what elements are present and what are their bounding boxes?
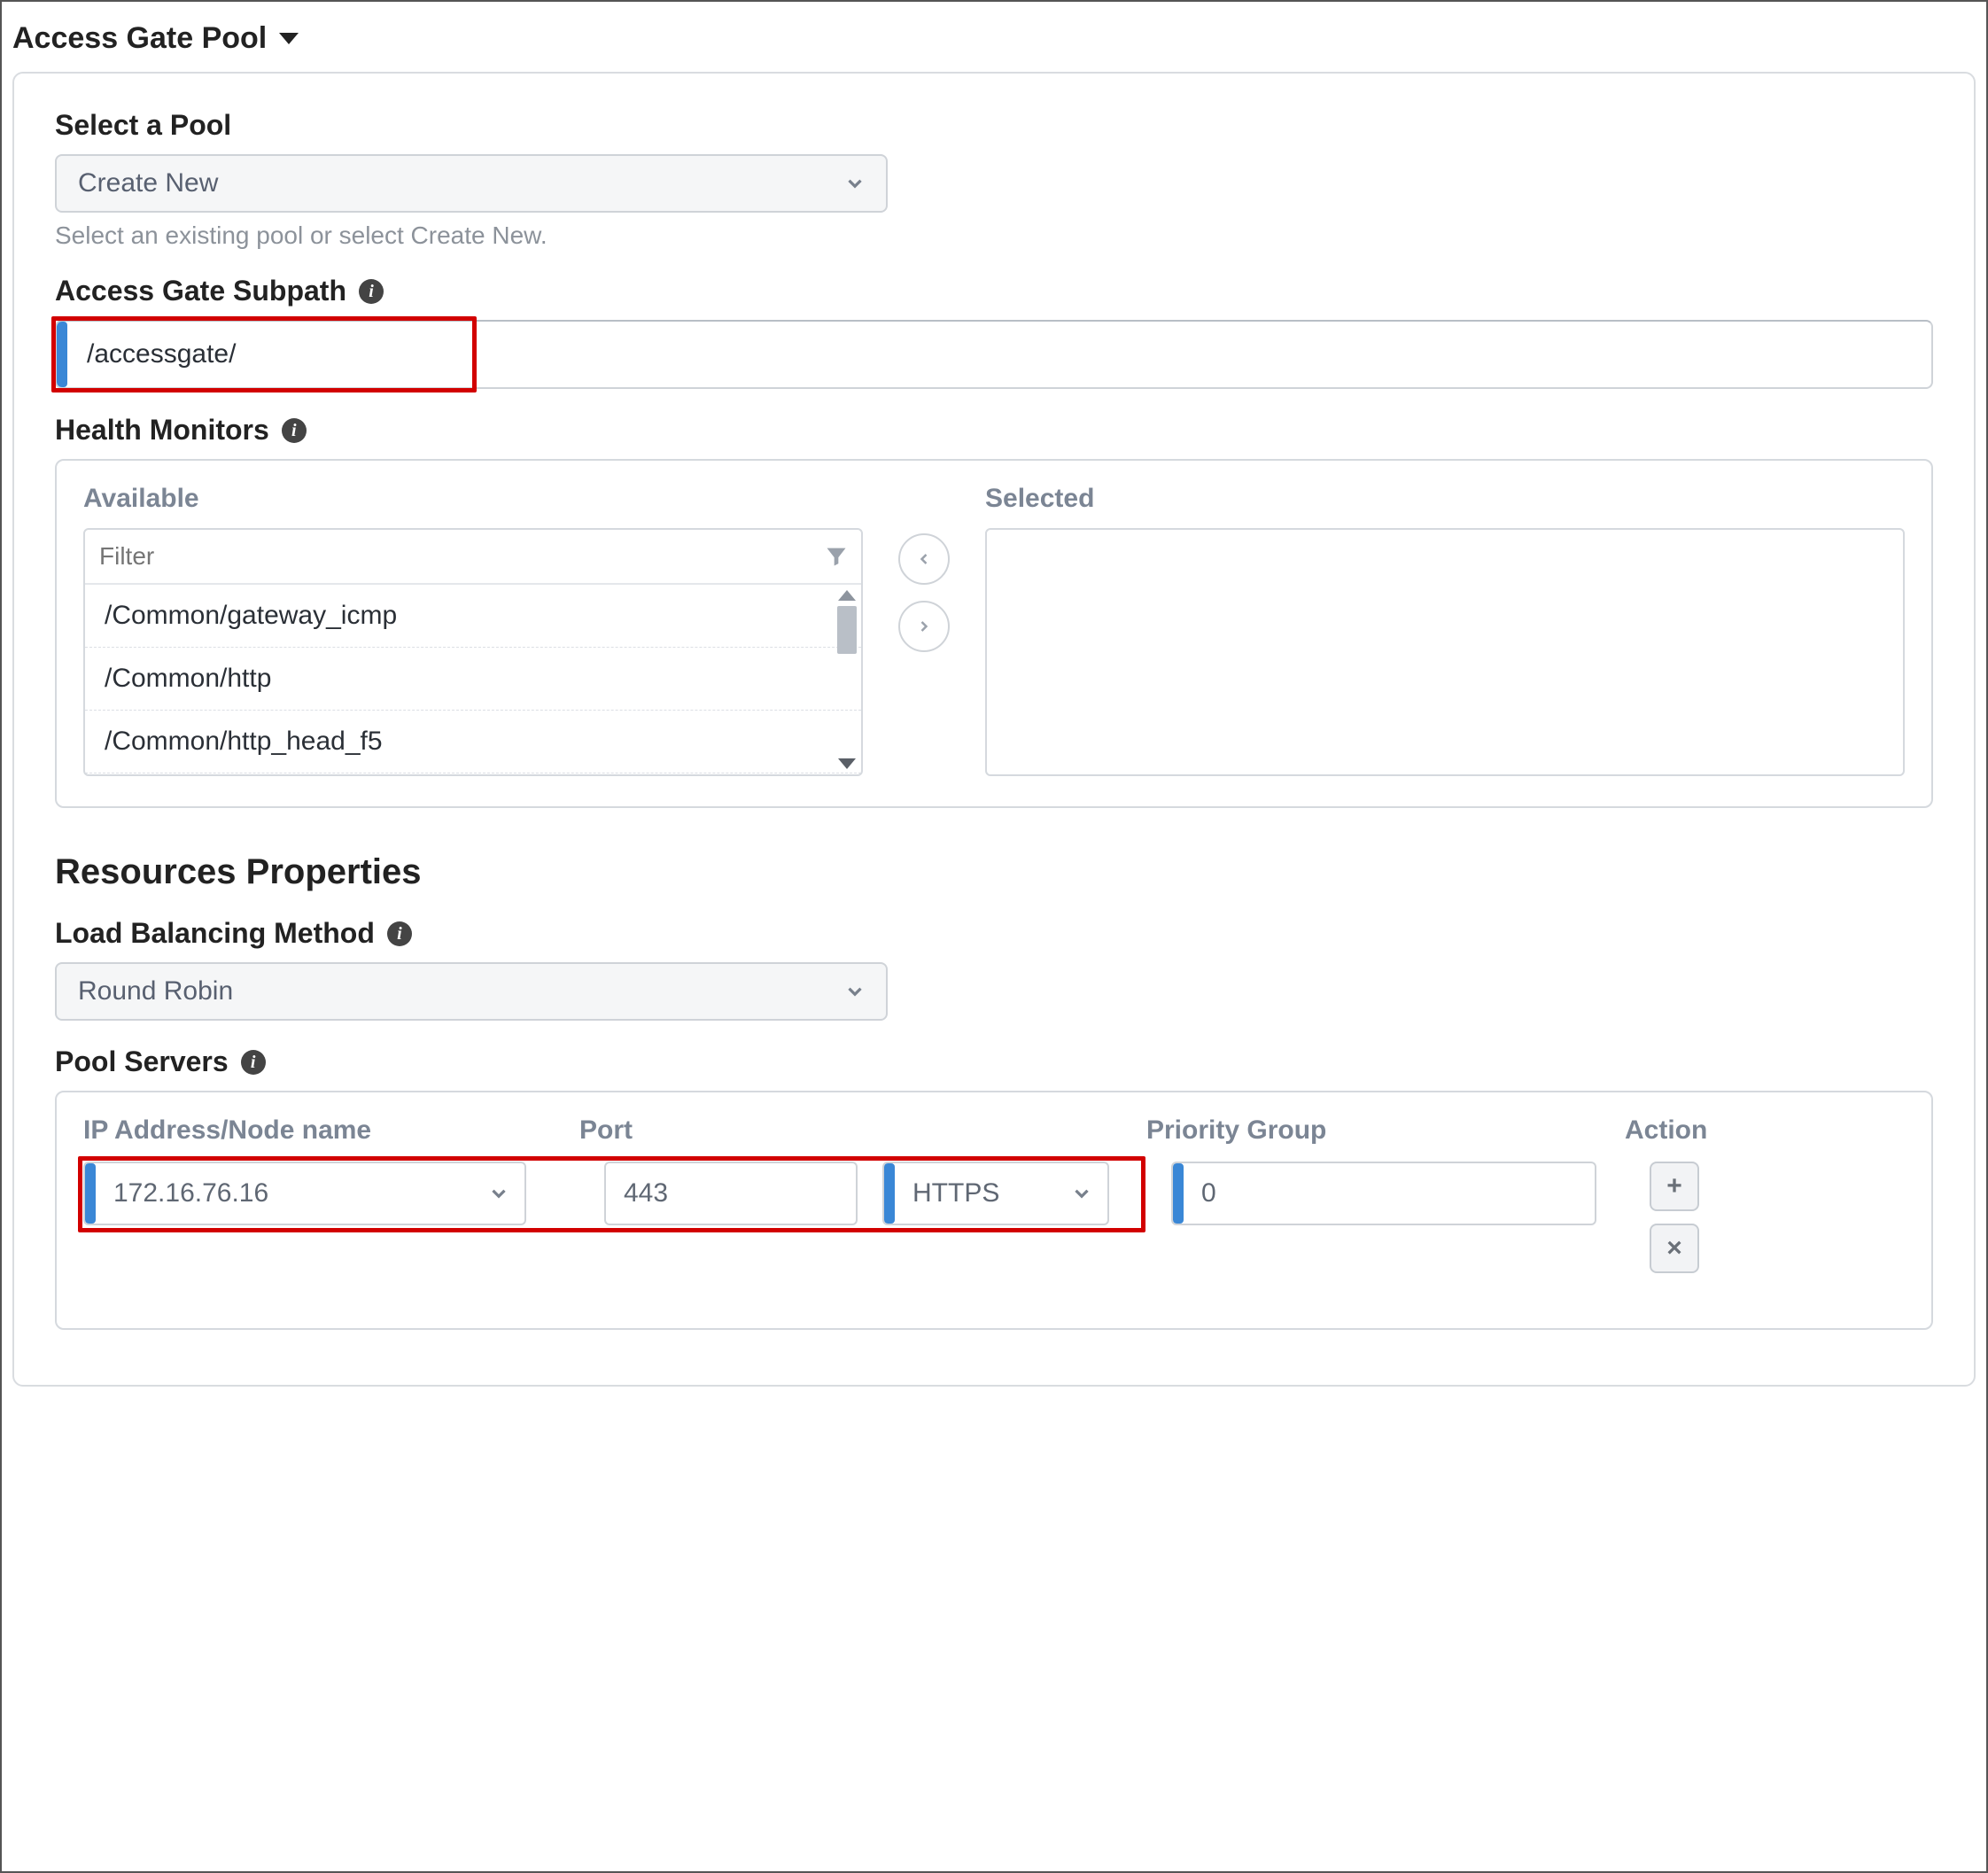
- pool-select-label-text: Select a Pool: [55, 109, 231, 142]
- monitors-available-column: Available /Common/gateway_icmp /Common/h…: [83, 484, 863, 776]
- server-priority-input-wrap: [1171, 1162, 1596, 1225]
- servers-header-row: IP Address/Node name Port Priority Group…: [83, 1115, 1905, 1146]
- selected-label: Selected: [985, 484, 1905, 514]
- lb-method-label: Load Balancing Method i: [55, 917, 1933, 950]
- list-item[interactable]: /Common/http: [85, 648, 861, 711]
- remove-server-button[interactable]: ×: [1650, 1224, 1699, 1273]
- monitors-dual-list: Available /Common/gateway_icmp /Common/h…: [55, 459, 1933, 808]
- info-icon[interactable]: i: [387, 921, 412, 946]
- server-ip-select[interactable]: 172.16.76.16: [83, 1162, 526, 1225]
- move-right-button[interactable]: [898, 601, 950, 652]
- move-left-button[interactable]: [898, 533, 950, 585]
- col-header-action: Action: [1625, 1115, 1905, 1146]
- server-protocol-value: HTTPS: [895, 1178, 1107, 1209]
- monitor-filter-input[interactable]: [97, 541, 824, 571]
- available-label: Available: [83, 484, 863, 514]
- required-marker: [85, 1163, 96, 1224]
- lb-method-select[interactable]: Round Robin: [55, 962, 888, 1021]
- monitors-label: Health Monitors i: [55, 414, 1933, 447]
- filter-row: [85, 530, 861, 585]
- info-icon[interactable]: i: [241, 1050, 266, 1075]
- pool-select-label: Select a Pool: [55, 109, 1933, 142]
- selected-listbox: [985, 528, 1905, 776]
- config-panel: Select a Pool Create New Select an exist…: [12, 72, 1976, 1387]
- chevron-down-icon: [843, 172, 866, 195]
- servers-table: IP Address/Node name Port Priority Group…: [55, 1091, 1933, 1330]
- available-items: /Common/gateway_icmp /Common/http /Commo…: [85, 585, 861, 774]
- server-port-input[interactable]: [606, 1178, 858, 1209]
- caret-down-icon: [279, 33, 299, 44]
- available-listbox: /Common/gateway_icmp /Common/http /Commo…: [83, 528, 863, 776]
- servers-label: Pool Servers i: [55, 1045, 1933, 1078]
- scroll-down-icon[interactable]: [838, 758, 856, 769]
- pool-select-value: Create New: [78, 168, 218, 198]
- col-header-port: Port: [579, 1115, 1146, 1146]
- required-marker: [1173, 1163, 1184, 1224]
- monitors-label-text: Health Monitors: [55, 414, 269, 447]
- pool-select-helper: Select an existing pool or select Create…: [55, 221, 1933, 250]
- subpath-input-wrap: [55, 320, 1933, 389]
- scroll-up-icon[interactable]: [838, 590, 856, 601]
- server-row: 172.16.76.16 HTTPS: [83, 1162, 1905, 1273]
- section-title: Access Gate Pool: [12, 21, 267, 56]
- subpath-label: Access Gate Subpath i: [55, 275, 1933, 307]
- list-item[interactable]: /Common/gateway_icmp: [85, 585, 861, 648]
- move-buttons: [898, 533, 950, 652]
- pool-select[interactable]: Create New: [55, 154, 888, 213]
- col-header-priority: Priority Group: [1146, 1115, 1625, 1146]
- monitors-selected-column: Selected: [985, 484, 1905, 776]
- scrollbar[interactable]: [835, 587, 859, 773]
- filter-icon[interactable]: [824, 544, 849, 569]
- server-ip-value: 172.16.76.16: [96, 1178, 524, 1209]
- subpath-input[interactable]: [67, 322, 1931, 387]
- section-header[interactable]: Access Gate Pool: [12, 21, 299, 56]
- required-marker: [57, 322, 67, 387]
- server-protocol-select[interactable]: HTTPS: [882, 1162, 1109, 1225]
- add-server-button[interactable]: +: [1650, 1162, 1699, 1211]
- server-priority-input[interactable]: [1184, 1178, 1595, 1209]
- lb-method-label-text: Load Balancing Method: [55, 917, 375, 950]
- info-icon[interactable]: i: [282, 418, 307, 443]
- servers-label-text: Pool Servers: [55, 1045, 229, 1078]
- chevron-down-icon: [843, 980, 866, 1003]
- server-port-input-wrap: [604, 1162, 858, 1225]
- required-marker: [884, 1163, 895, 1224]
- scroll-thumb[interactable]: [837, 606, 857, 654]
- col-header-ip: IP Address/Node name: [83, 1115, 579, 1146]
- subpath-label-text: Access Gate Subpath: [55, 275, 346, 307]
- resources-heading: Resources Properties: [55, 852, 1933, 892]
- list-item[interactable]: /Common/http_head_f5: [85, 711, 861, 773]
- lb-method-value: Round Robin: [78, 976, 233, 1006]
- info-icon[interactable]: i: [359, 279, 384, 304]
